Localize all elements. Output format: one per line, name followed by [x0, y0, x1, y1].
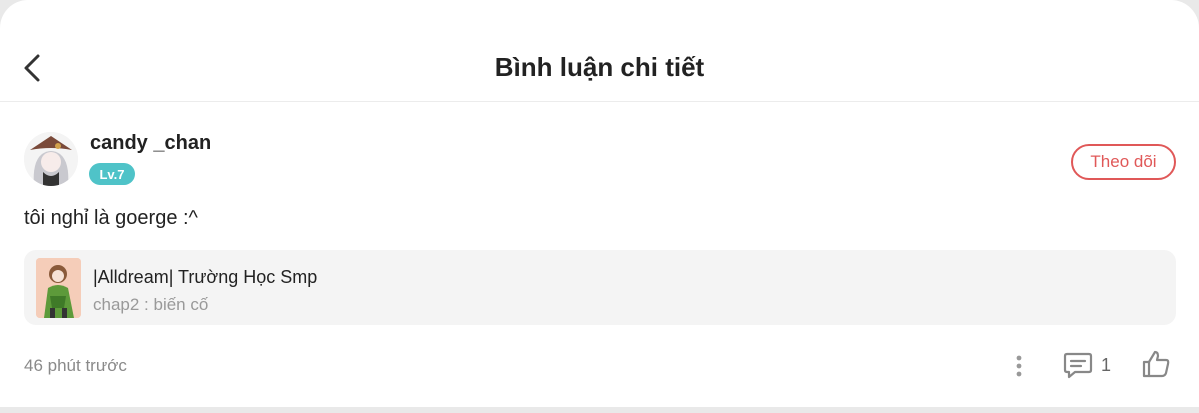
reply-button[interactable]: 1	[1063, 348, 1123, 382]
avatar-image	[24, 132, 78, 186]
comment-text: tôi nghỉ là goerge :^	[24, 207, 198, 229]
story-cover	[36, 258, 81, 318]
story-title: |Alldream| Trường Học Smp	[93, 267, 318, 287]
page-title: Bình luận chi tiết	[494, 52, 705, 82]
story-card[interactable]: |Alldream| Trường Học Smp chap2 : biến c…	[24, 250, 1176, 325]
follow-button[interactable]: Theo dõi	[1071, 144, 1176, 180]
username[interactable]: candy _chan	[90, 132, 211, 155]
story-chapter: chap2 : biến cố	[93, 295, 209, 314]
comment-timestamp: 46 phút trước	[24, 356, 127, 375]
like-button[interactable]	[1139, 347, 1173, 381]
reply-count: 1	[1101, 354, 1112, 375]
header-bar: Bình luận chi tiết	[0, 0, 1199, 102]
comment-icon	[1063, 352, 1093, 379]
comment-detail-sheet: Bình luận chi tiết candy _chan Lv.7 Theo…	[0, 0, 1199, 407]
avatar[interactable]	[24, 132, 78, 186]
story-cover-image	[36, 258, 81, 318]
more-vertical-icon	[1016, 355, 1022, 377]
more-options-button[interactable]	[1008, 350, 1030, 382]
level-badge: Lv.7	[89, 163, 135, 185]
thumbs-up-icon	[1142, 350, 1170, 378]
